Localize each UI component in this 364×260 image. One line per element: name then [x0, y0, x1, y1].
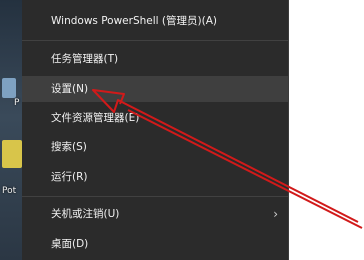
desktop-shortcut-label: P — [14, 98, 20, 108]
desktop-shortcut-label: Pot — [2, 186, 17, 196]
desktop-shortcut-icon[interactable] — [2, 140, 22, 168]
winx-context-menu: Windows PowerShell (管理员)(A) 任务管理器(T) 设置(… — [22, 0, 289, 260]
menu-item-label: 关机或注销(U) — [51, 208, 120, 220]
menu-item-desktop[interactable]: 桌面(D) — [22, 231, 288, 257]
menu-separator — [22, 40, 288, 41]
menu-item-run[interactable]: 运行(R) — [22, 164, 288, 190]
menu-item-settings[interactable]: 设置(N) — [22, 76, 288, 102]
menu-item-shutdown-signout[interactable]: 关机或注销(U) › — [22, 201, 288, 227]
menu-separator — [22, 196, 288, 197]
chevron-right-icon: › — [273, 207, 278, 221]
menu-item-file-explorer[interactable]: 文件资源管理器(E) — [22, 105, 288, 131]
desktop-shortcut-icon[interactable] — [2, 78, 16, 98]
menu-item-powershell-admin[interactable]: Windows PowerShell (管理员)(A) — [22, 8, 288, 34]
desktop-right-panel — [288, 0, 364, 260]
menu-item-search[interactable]: 搜索(S) — [22, 134, 288, 160]
menu-item-task-manager[interactable]: 任务管理器(T) — [22, 46, 288, 72]
